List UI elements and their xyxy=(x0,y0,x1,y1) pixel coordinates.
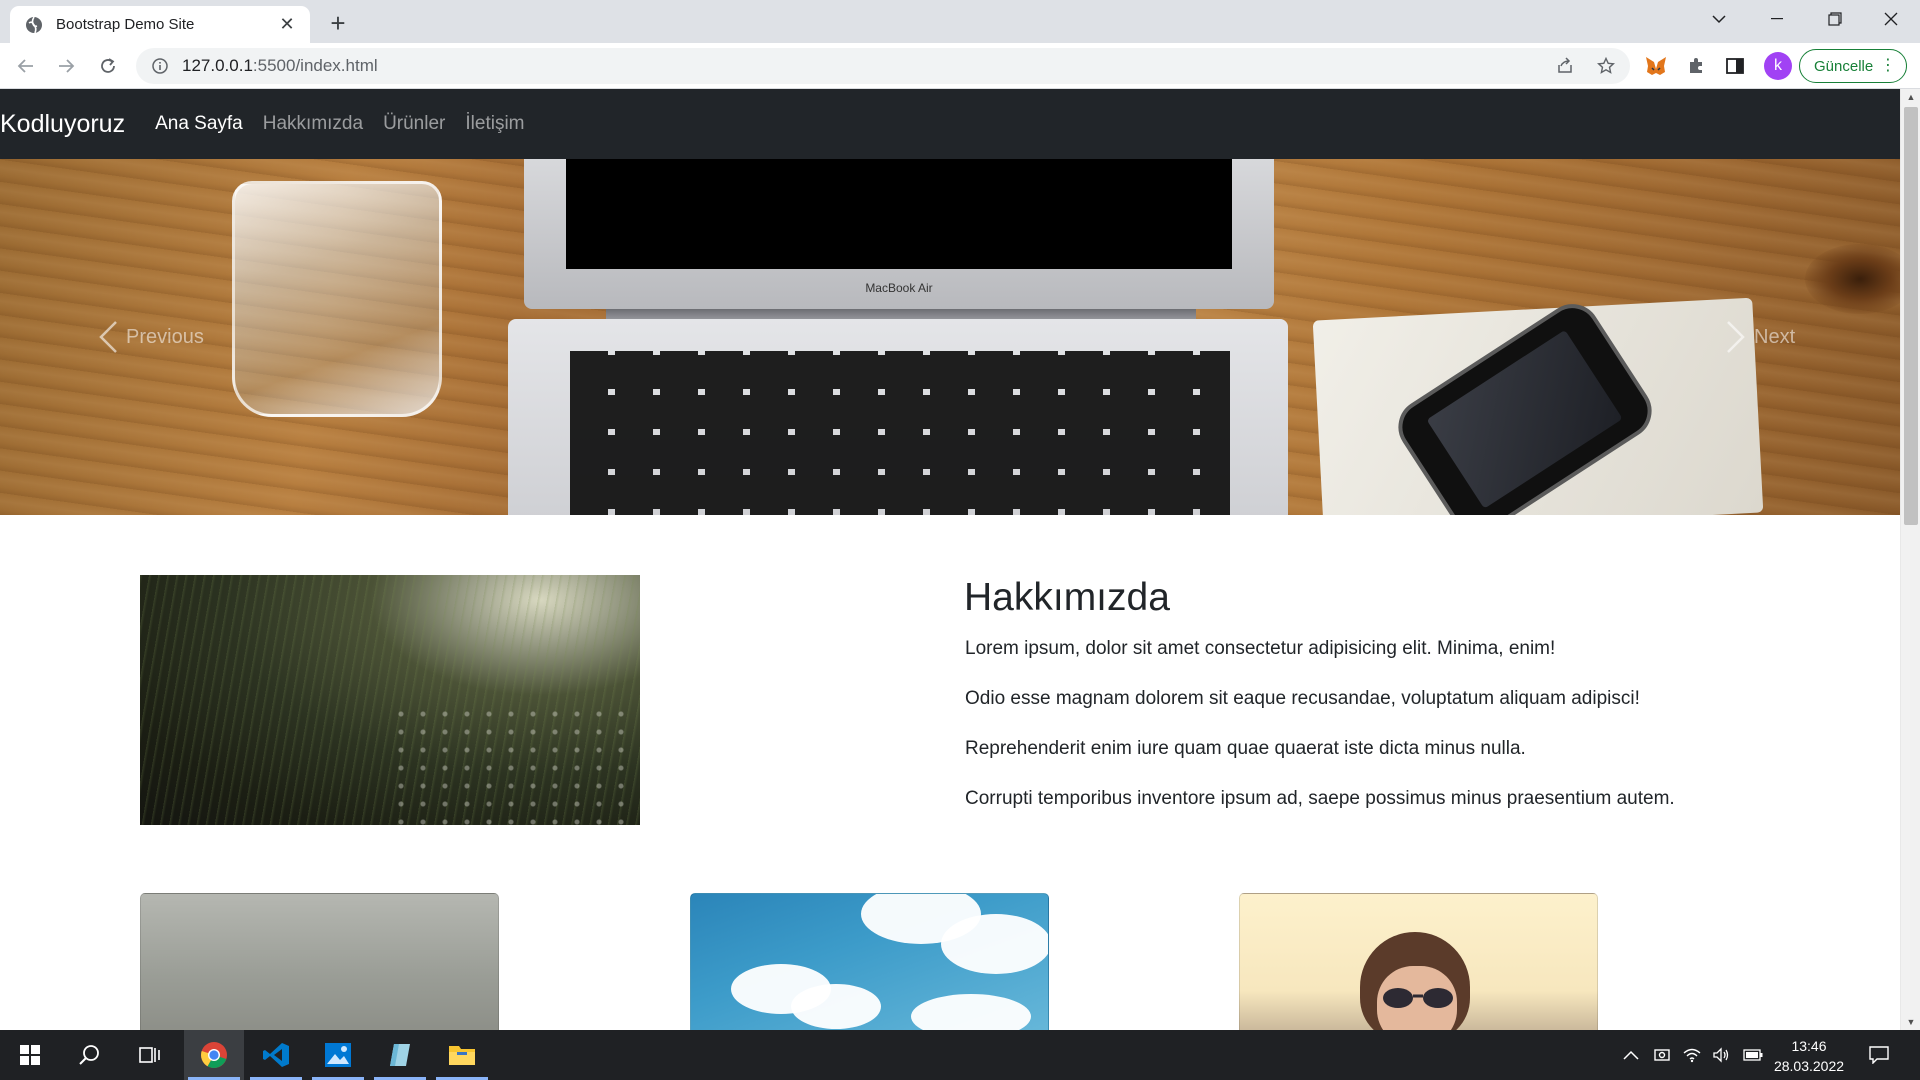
clock-date: 28.03.2022 xyxy=(1773,1058,1845,1074)
task-view-button[interactable] xyxy=(120,1030,180,1080)
cloud-shape xyxy=(911,994,1031,1030)
about-paragraph: Lorem ipsum, dolor sit amet consectetur … xyxy=(965,638,1556,659)
url-host: 127.0.0.1 xyxy=(182,56,253,75)
cloud-shape xyxy=(791,984,881,1029)
carousel-previous-label: Previous xyxy=(126,325,204,348)
navbar-brand[interactable]: Kodluyoruz xyxy=(0,110,125,139)
product-card-fog[interactable] xyxy=(140,893,499,1030)
wifi-icon[interactable] xyxy=(1681,1044,1703,1066)
forward-button[interactable] xyxy=(50,50,82,82)
nav-link-iletisim[interactable]: İletişim xyxy=(465,113,524,135)
search-icon xyxy=(79,1045,99,1065)
nav-link-urunler[interactable]: Ürünler xyxy=(383,113,445,135)
scrollbar-thumb[interactable] xyxy=(1904,107,1918,525)
product-card-sky[interactable] xyxy=(690,893,1049,1030)
url-text: 127.0.0.1:5500/index.html xyxy=(182,56,378,76)
search-button[interactable] xyxy=(60,1030,120,1080)
back-button[interactable] xyxy=(10,50,42,82)
hero-carousel: MacBook Air Previous Next xyxy=(0,159,1900,515)
carousel-previous-button[interactable]: Previous xyxy=(90,159,370,515)
about-paragraph: Reprehenderit enim iure quam quae quaera… xyxy=(965,738,1526,759)
new-tab-button[interactable]: + xyxy=(324,8,352,38)
kebab-menu-icon[interactable]: ⋮ xyxy=(1880,57,1896,75)
minimize-button[interactable] xyxy=(1752,0,1802,38)
address-bar[interactable]: 127.0.0.1:5500/index.html xyxy=(136,48,1630,84)
chrome-icon xyxy=(201,1042,227,1069)
bookmark-star-icon[interactable] xyxy=(1590,50,1622,82)
nav-link-hakkimizda[interactable]: Hakkımızda xyxy=(263,113,363,135)
chevron-right-icon xyxy=(1727,321,1745,353)
scroll-down-arrow-icon[interactable]: ▼ xyxy=(1901,1014,1920,1030)
page-viewport: Kodluyoruz Ana Sayfa Hakkımızda Ürünler … xyxy=(0,89,1920,1030)
close-window-button[interactable] xyxy=(1866,0,1916,38)
nav-link-ana-sayfa[interactable]: Ana Sayfa xyxy=(155,113,243,135)
browser-toolbar: 127.0.0.1:5500/index.html xyxy=(0,43,1920,89)
about-meadow-image xyxy=(140,575,640,825)
laptop-display xyxy=(566,159,1232,269)
site-navbar: Kodluyoruz Ana Sayfa Hakkımızda Ürünler … xyxy=(0,89,1900,159)
metamask-fox-icon[interactable] xyxy=(1640,50,1672,82)
url-path: :5500/index.html xyxy=(252,56,378,75)
globe-icon xyxy=(25,16,43,34)
close-tab-icon[interactable]: ✕ xyxy=(276,14,298,36)
product-card-portrait[interactable] xyxy=(1239,893,1598,1030)
notes-app-icon xyxy=(390,1044,410,1066)
taskbar-photos[interactable] xyxy=(308,1030,368,1080)
taskbar-file-explorer[interactable] xyxy=(432,1030,492,1080)
task-view-icon xyxy=(139,1047,160,1063)
laptop-screen-image: MacBook Air xyxy=(524,159,1274,309)
taskbar-vscode[interactable] xyxy=(246,1030,306,1080)
profile-avatar[interactable]: k xyxy=(1764,52,1792,80)
start-button[interactable] xyxy=(0,1030,60,1080)
scroll-up-arrow-icon[interactable]: ▲ xyxy=(1901,89,1920,105)
volume-icon[interactable] xyxy=(1710,1044,1732,1066)
about-paragraph: Corrupti temporibus inventore ipsum ad, … xyxy=(965,788,1675,809)
clock-time: 13:46 xyxy=(1791,1038,1827,1054)
laptop-keyboard xyxy=(570,351,1230,515)
side-panel-icon[interactable] xyxy=(1719,50,1751,82)
battery-icon[interactable] xyxy=(1742,1044,1764,1066)
update-button[interactable]: Güncelle ⋮ xyxy=(1799,49,1907,83)
page-scrollbar[interactable]: ▲ ▼ xyxy=(1900,89,1920,1030)
update-label: Güncelle xyxy=(1814,57,1874,75)
windows-taskbar: 13:46 28.03.2022 xyxy=(0,1030,1920,1080)
flowers-texture xyxy=(390,705,640,825)
browser-tab-strip: Bootstrap Demo Site ✕ + xyxy=(0,0,1920,43)
laptop-brand-text: MacBook Air xyxy=(865,281,933,295)
site-info-icon[interactable] xyxy=(150,56,170,76)
tab-title: Bootstrap Demo Site xyxy=(56,16,195,33)
share-icon[interactable] xyxy=(1549,50,1581,82)
tab-search-icon[interactable] xyxy=(1694,0,1744,38)
chevron-up-icon[interactable] xyxy=(1620,1044,1642,1066)
taskbar-chrome[interactable] xyxy=(184,1030,244,1080)
reload-button[interactable] xyxy=(92,50,124,82)
camera-tray-icon[interactable] xyxy=(1651,1044,1673,1066)
browser-tab[interactable]: Bootstrap Demo Site ✕ xyxy=(10,6,310,43)
about-heading: Hakkımızda xyxy=(964,576,1170,619)
folder-icon xyxy=(449,1046,475,1065)
photos-icon xyxy=(325,1043,351,1067)
chevron-left-icon xyxy=(99,321,117,353)
carousel-next-label: Next xyxy=(1754,325,1796,348)
taskbar-notes-app[interactable] xyxy=(370,1030,430,1080)
about-paragraph: Odio esse magnam dolorem sit eaque recus… xyxy=(965,688,1640,709)
restore-button[interactable] xyxy=(1810,0,1860,38)
vscode-icon xyxy=(263,1043,289,1067)
windows-logo-icon xyxy=(20,1045,40,1065)
extensions-puzzle-icon[interactable] xyxy=(1680,50,1712,82)
carousel-next-button[interactable]: Next xyxy=(1718,159,1900,515)
notification-center-icon[interactable] xyxy=(1868,1044,1890,1066)
sunglasses-icon xyxy=(1383,988,1453,1008)
taskbar-clock[interactable]: 13:46 28.03.2022 xyxy=(1764,1036,1854,1076)
cloud-shape xyxy=(941,914,1048,974)
